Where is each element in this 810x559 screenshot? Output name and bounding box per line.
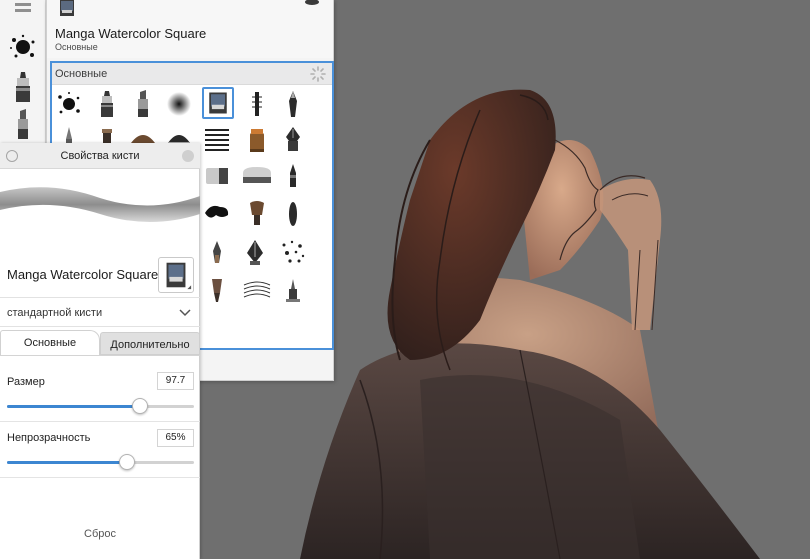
- paint-pot-brush-icon[interactable]: [242, 125, 272, 155]
- opacity-slider[interactable]: [7, 454, 194, 470]
- reset-button[interactable]: Сброс: [60, 523, 140, 545]
- hatching-lines-brush-icon[interactable]: [202, 125, 232, 155]
- splay-brush-icon[interactable]: [202, 275, 232, 305]
- chisel-marker-brush-icon[interactable]: [128, 89, 158, 119]
- tab-basic-label: Основные: [23, 337, 77, 349]
- eraser-brush-icon[interactable]: [202, 161, 232, 191]
- marker-brush-icon[interactable]: [92, 89, 122, 119]
- brush-properties-title: Свойства кисти: [60, 150, 140, 162]
- tab-advanced[interactable]: Дополнительно: [100, 332, 200, 355]
- brush-properties-header: Свойства кисти: [0, 143, 200, 169]
- brush-preview-dot-icon: [305, 0, 319, 5]
- size-slider[interactable]: [7, 398, 194, 414]
- felt-tip-brush-icon[interactable]: [278, 161, 308, 191]
- tabs-divider: [0, 355, 200, 356]
- properties-tabs: Дополнительно Основные: [0, 330, 200, 355]
- marker-icon[interactable]: [6, 70, 40, 104]
- brush-set-header[interactable]: Основные: [52, 63, 332, 85]
- scatter-dots-brush-icon[interactable]: [278, 237, 308, 267]
- brush-stroke-preview: [0, 187, 200, 222]
- nib-brush-icon[interactable]: [202, 237, 232, 267]
- manga-watercolor-square-brush-icon[interactable]: [202, 87, 234, 119]
- close-icon[interactable]: [182, 150, 194, 162]
- library-brush-set-name: Основные: [55, 42, 98, 52]
- divider: [0, 421, 200, 422]
- brush-thumbnail-button[interactable]: [158, 257, 194, 293]
- brush-library-header: Manga Watercolor Square Основные: [47, 0, 333, 58]
- ink-pen-brush-icon[interactable]: [278, 89, 308, 119]
- grid-view-icon[interactable]: [6, 0, 40, 16]
- ink-splatter-brush-icon[interactable]: [54, 89, 84, 119]
- blot-brush-icon[interactable]: [202, 199, 232, 229]
- library-brush-title: Manga Watercolor Square: [55, 26, 207, 41]
- brush-set-settings-icon[interactable]: [310, 66, 326, 82]
- divider: [0, 477, 200, 478]
- broad-eraser-brush-icon[interactable]: [240, 161, 274, 191]
- size-value-field[interactable]: 97.7: [157, 372, 194, 390]
- texture-stick-brush-icon[interactable]: [242, 89, 272, 119]
- brush-preset-dropdown[interactable]: стандартной кисти: [0, 297, 200, 327]
- recent-brushes-strip: [0, 0, 46, 145]
- opacity-value-field[interactable]: 65%: [157, 429, 194, 447]
- ink-splatter-icon[interactable]: [6, 30, 40, 64]
- fountain-pen-brush-icon[interactable]: [278, 125, 308, 155]
- bristle-brush-icon[interactable]: [242, 199, 272, 229]
- brush-set-label: Основные: [55, 68, 108, 80]
- stamp-pen-brush-icon[interactable]: [278, 275, 308, 305]
- chisel-marker-icon[interactable]: [6, 107, 40, 141]
- size-slider-fill: [7, 405, 140, 408]
- calligraphy-nib-brush-icon[interactable]: [240, 237, 270, 267]
- tab-basic[interactable]: Основные: [0, 330, 100, 355]
- airbrush-soft-brush-icon[interactable]: [164, 89, 194, 119]
- size-label: Размер: [7, 376, 45, 388]
- brush-preset-value: стандартной кисти: [7, 307, 103, 319]
- chevron-down-icon: [179, 309, 191, 317]
- brush-name: Manga Watercolor Square: [7, 267, 159, 282]
- size-slider-thumb[interactable]: [131, 398, 148, 414]
- opacity-slider-thumb[interactable]: [118, 454, 135, 470]
- dry-brush-icon[interactable]: [240, 275, 274, 305]
- selected-brush-thumbnail[interactable]: [59, 0, 75, 16]
- opacity-slider-fill: [7, 461, 127, 464]
- tab-advanced-label: Дополнительно: [110, 339, 190, 351]
- opacity-label: Непрозрачность: [7, 432, 91, 444]
- dark-stroke-brush-icon[interactable]: [278, 199, 308, 229]
- brush-properties-panel: Свойства кисти Manga Watercolor Square с…: [0, 143, 200, 559]
